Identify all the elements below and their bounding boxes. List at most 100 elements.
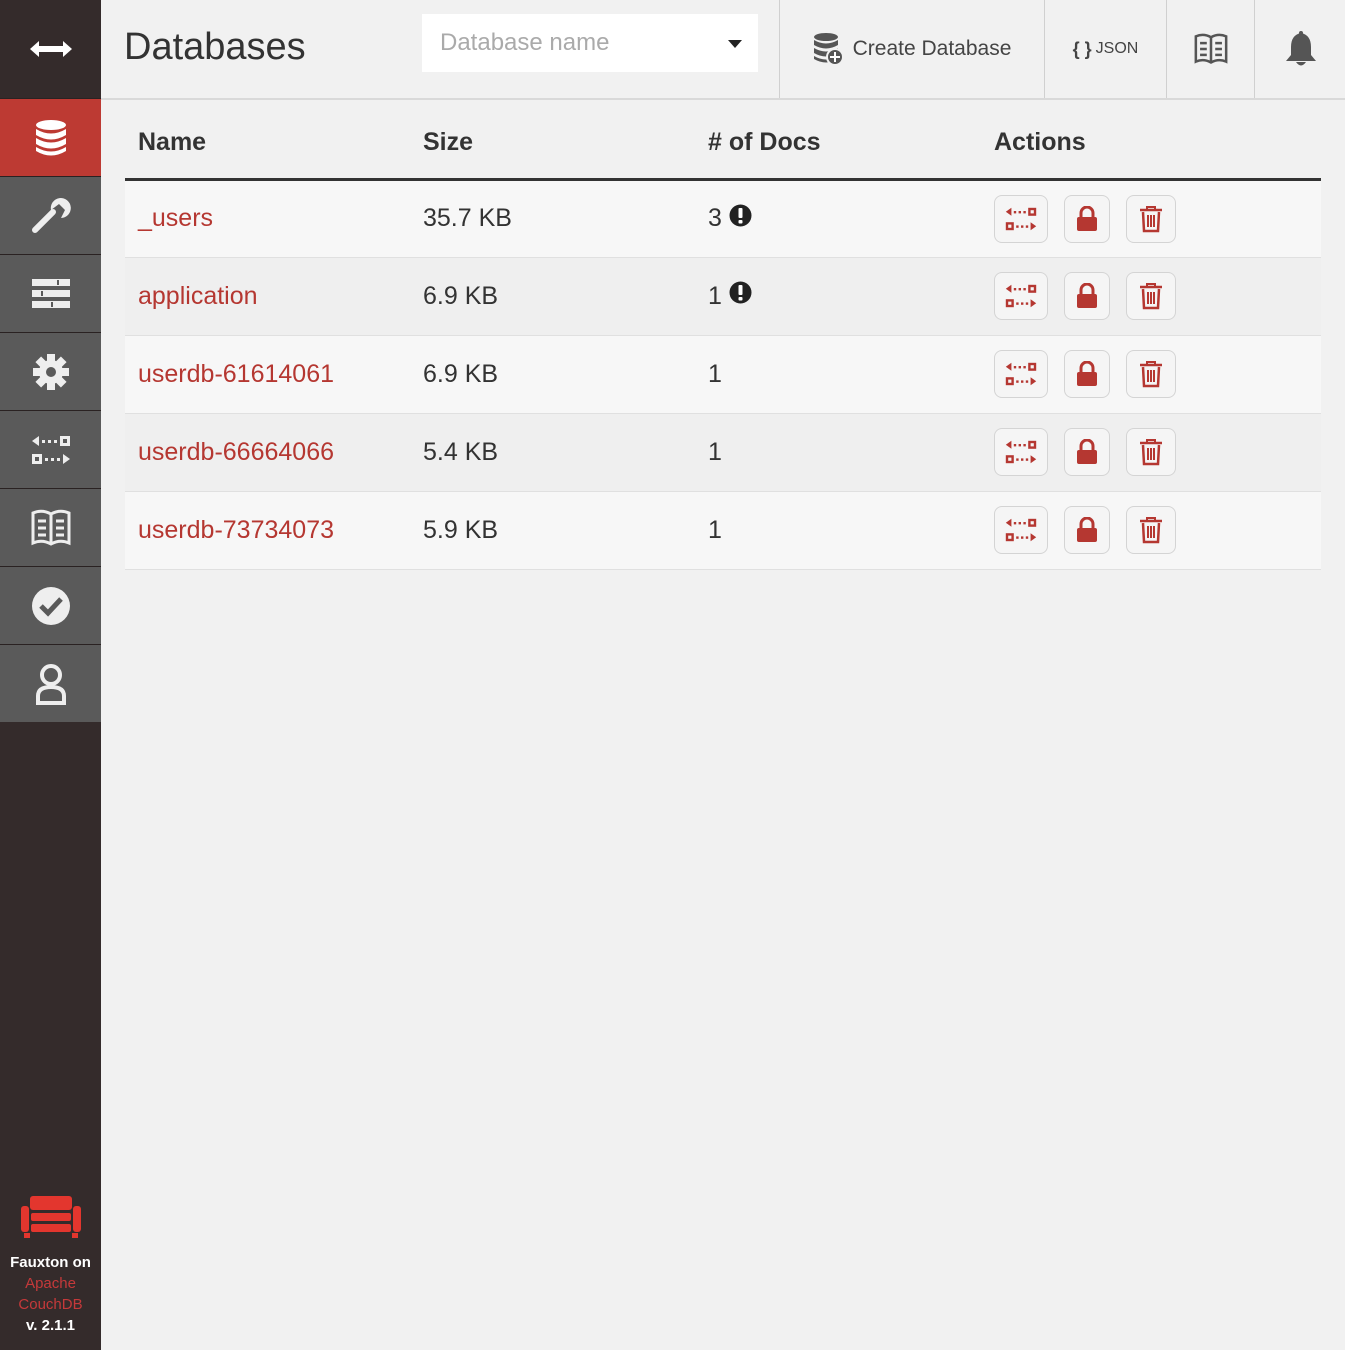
sidebar-item-documentation[interactable] bbox=[0, 488, 101, 566]
notifications-button[interactable] bbox=[1254, 0, 1345, 98]
wrench-icon bbox=[31, 197, 71, 233]
brand-apache-link[interactable]: Apache bbox=[0, 1273, 101, 1294]
bell-icon bbox=[1285, 31, 1316, 66]
sidebar-item-replication[interactable] bbox=[0, 410, 101, 488]
brand-couchdb-link[interactable]: CouchDB bbox=[0, 1294, 101, 1315]
database-search[interactable] bbox=[422, 14, 758, 72]
sidebar-item-verify[interactable] bbox=[0, 566, 101, 644]
database-size: 6.9 KB bbox=[410, 335, 695, 414]
version-label: v. 2.1.1 bbox=[26, 1317, 75, 1334]
database-actions-cell bbox=[981, 179, 1321, 258]
replicate-button[interactable] bbox=[994, 506, 1048, 554]
sidebar-item-user[interactable] bbox=[0, 644, 101, 722]
delete-database-button[interactable] bbox=[1126, 272, 1176, 320]
trash-icon bbox=[1140, 439, 1162, 466]
database-docs-cell: 1 bbox=[695, 257, 981, 336]
permissions-button[interactable] bbox=[1064, 350, 1110, 398]
replication-icon bbox=[1005, 518, 1037, 542]
delete-database-button[interactable] bbox=[1126, 506, 1176, 554]
database-docs-cell: 1 bbox=[695, 413, 981, 492]
brand-fauxton-label: Fauxton on bbox=[10, 1254, 91, 1271]
documentation-button[interactable] bbox=[1166, 0, 1255, 98]
checkmark-icon bbox=[31, 586, 70, 625]
database-doc-count: 1 bbox=[708, 281, 722, 310]
warning-icon[interactable] bbox=[729, 204, 752, 234]
database-actions-cell bbox=[981, 413, 1321, 492]
database-docs-cell: 1 bbox=[695, 491, 981, 570]
database-size: 5.9 KB bbox=[410, 491, 695, 570]
lock-icon bbox=[1077, 439, 1097, 464]
book-icon bbox=[1194, 33, 1228, 64]
database-name-link[interactable]: _users bbox=[138, 204, 213, 232]
database-docs-cell: 1 bbox=[695, 335, 981, 414]
database-name-link[interactable]: userdb-61614061 bbox=[138, 360, 334, 388]
expand-arrows-icon bbox=[29, 41, 72, 57]
database-name-link[interactable]: application bbox=[138, 282, 258, 310]
sidebar-item-config[interactable] bbox=[0, 332, 101, 410]
delete-database-button[interactable] bbox=[1126, 350, 1176, 398]
warning-icon[interactable] bbox=[729, 281, 752, 311]
trash-icon bbox=[1140, 517, 1162, 544]
replicate-button[interactable] bbox=[994, 272, 1048, 320]
table-row: _users 35.7 KB 3 bbox=[125, 179, 1321, 258]
databases-table-body: _users 35.7 KB 3 application 6.9 KB 1 us… bbox=[125, 179, 1321, 570]
user-icon bbox=[35, 663, 66, 705]
database-size: 35.7 KB bbox=[410, 179, 695, 258]
database-search-input[interactable] bbox=[438, 28, 722, 58]
replication-icon bbox=[1005, 284, 1037, 308]
database-icon bbox=[35, 119, 66, 155]
database-doc-count: 3 bbox=[708, 204, 722, 232]
table-row: application 6.9 KB 1 bbox=[125, 257, 1321, 336]
couchdb-logo-icon bbox=[20, 1196, 81, 1238]
delete-database-button[interactable] bbox=[1126, 428, 1176, 476]
database-size: 5.4 KB bbox=[410, 413, 695, 492]
replicate-button[interactable] bbox=[994, 428, 1048, 476]
lock-icon bbox=[1077, 361, 1097, 386]
create-database-button[interactable]: Create Database bbox=[779, 0, 1044, 98]
trash-icon bbox=[1140, 205, 1162, 232]
table-row: userdb-66664066 5.4 KB 1 bbox=[125, 413, 1321, 492]
trash-icon bbox=[1140, 283, 1162, 310]
database-name-link[interactable]: userdb-73734073 bbox=[138, 516, 334, 544]
column-header-size[interactable]: Size bbox=[410, 108, 695, 181]
create-database-label: Create Database bbox=[852, 37, 1012, 60]
database-name-link[interactable]: userdb-66664066 bbox=[138, 438, 334, 466]
trash-icon bbox=[1140, 361, 1162, 388]
permissions-button[interactable] bbox=[1064, 272, 1110, 320]
permissions-button[interactable] bbox=[1064, 428, 1110, 476]
column-header-name[interactable]: Name bbox=[125, 108, 410, 181]
header: Databases Create Database { } JSON bbox=[101, 0, 1345, 100]
replicate-button[interactable] bbox=[994, 350, 1048, 398]
page-title: Databases bbox=[124, 26, 306, 68]
sidebar-item-databases[interactable] bbox=[0, 98, 101, 176]
replicate-button[interactable] bbox=[994, 194, 1048, 243]
sidebar-toggle[interactable] bbox=[0, 0, 101, 98]
database-actions-cell bbox=[981, 257, 1321, 336]
database-doc-count: 1 bbox=[708, 515, 722, 544]
brand: Fauxton on Apache CouchDB v. 2.1.1 bbox=[0, 1196, 101, 1336]
replication-icon bbox=[1005, 362, 1037, 386]
column-header-docs[interactable]: # of Docs bbox=[695, 108, 981, 181]
sidebar-item-active-tasks[interactable] bbox=[0, 254, 101, 332]
column-header-actions: Actions bbox=[981, 108, 1321, 181]
table-row: userdb-73734073 5.9 KB 1 bbox=[125, 491, 1321, 570]
database-doc-count: 1 bbox=[708, 359, 722, 388]
databases-table: Name Size # of Docs Actions _users 35.7 … bbox=[125, 108, 1321, 570]
json-label: JSON bbox=[1095, 40, 1139, 57]
tasks-icon bbox=[31, 278, 70, 308]
permissions-button[interactable] bbox=[1064, 194, 1110, 243]
chevron-down-icon[interactable] bbox=[728, 40, 742, 48]
table-header-row: Name Size # of Docs Actions bbox=[125, 108, 1321, 181]
json-button[interactable]: { } JSON bbox=[1044, 0, 1166, 98]
table-row: userdb-61614061 6.9 KB 1 bbox=[125, 335, 1321, 414]
replication-icon bbox=[1005, 207, 1037, 230]
permissions-button[interactable] bbox=[1064, 506, 1110, 554]
database-actions-cell bbox=[981, 491, 1321, 570]
book-icon bbox=[31, 509, 70, 546]
sidebar: Fauxton on Apache CouchDB v. 2.1.1 bbox=[0, 0, 101, 1350]
database-actions-cell bbox=[981, 335, 1321, 414]
sidebar-item-setup[interactable] bbox=[0, 176, 101, 254]
lock-icon bbox=[1077, 205, 1097, 231]
exclamation-circle-icon bbox=[729, 281, 752, 304]
delete-database-button[interactable] bbox=[1126, 194, 1176, 243]
